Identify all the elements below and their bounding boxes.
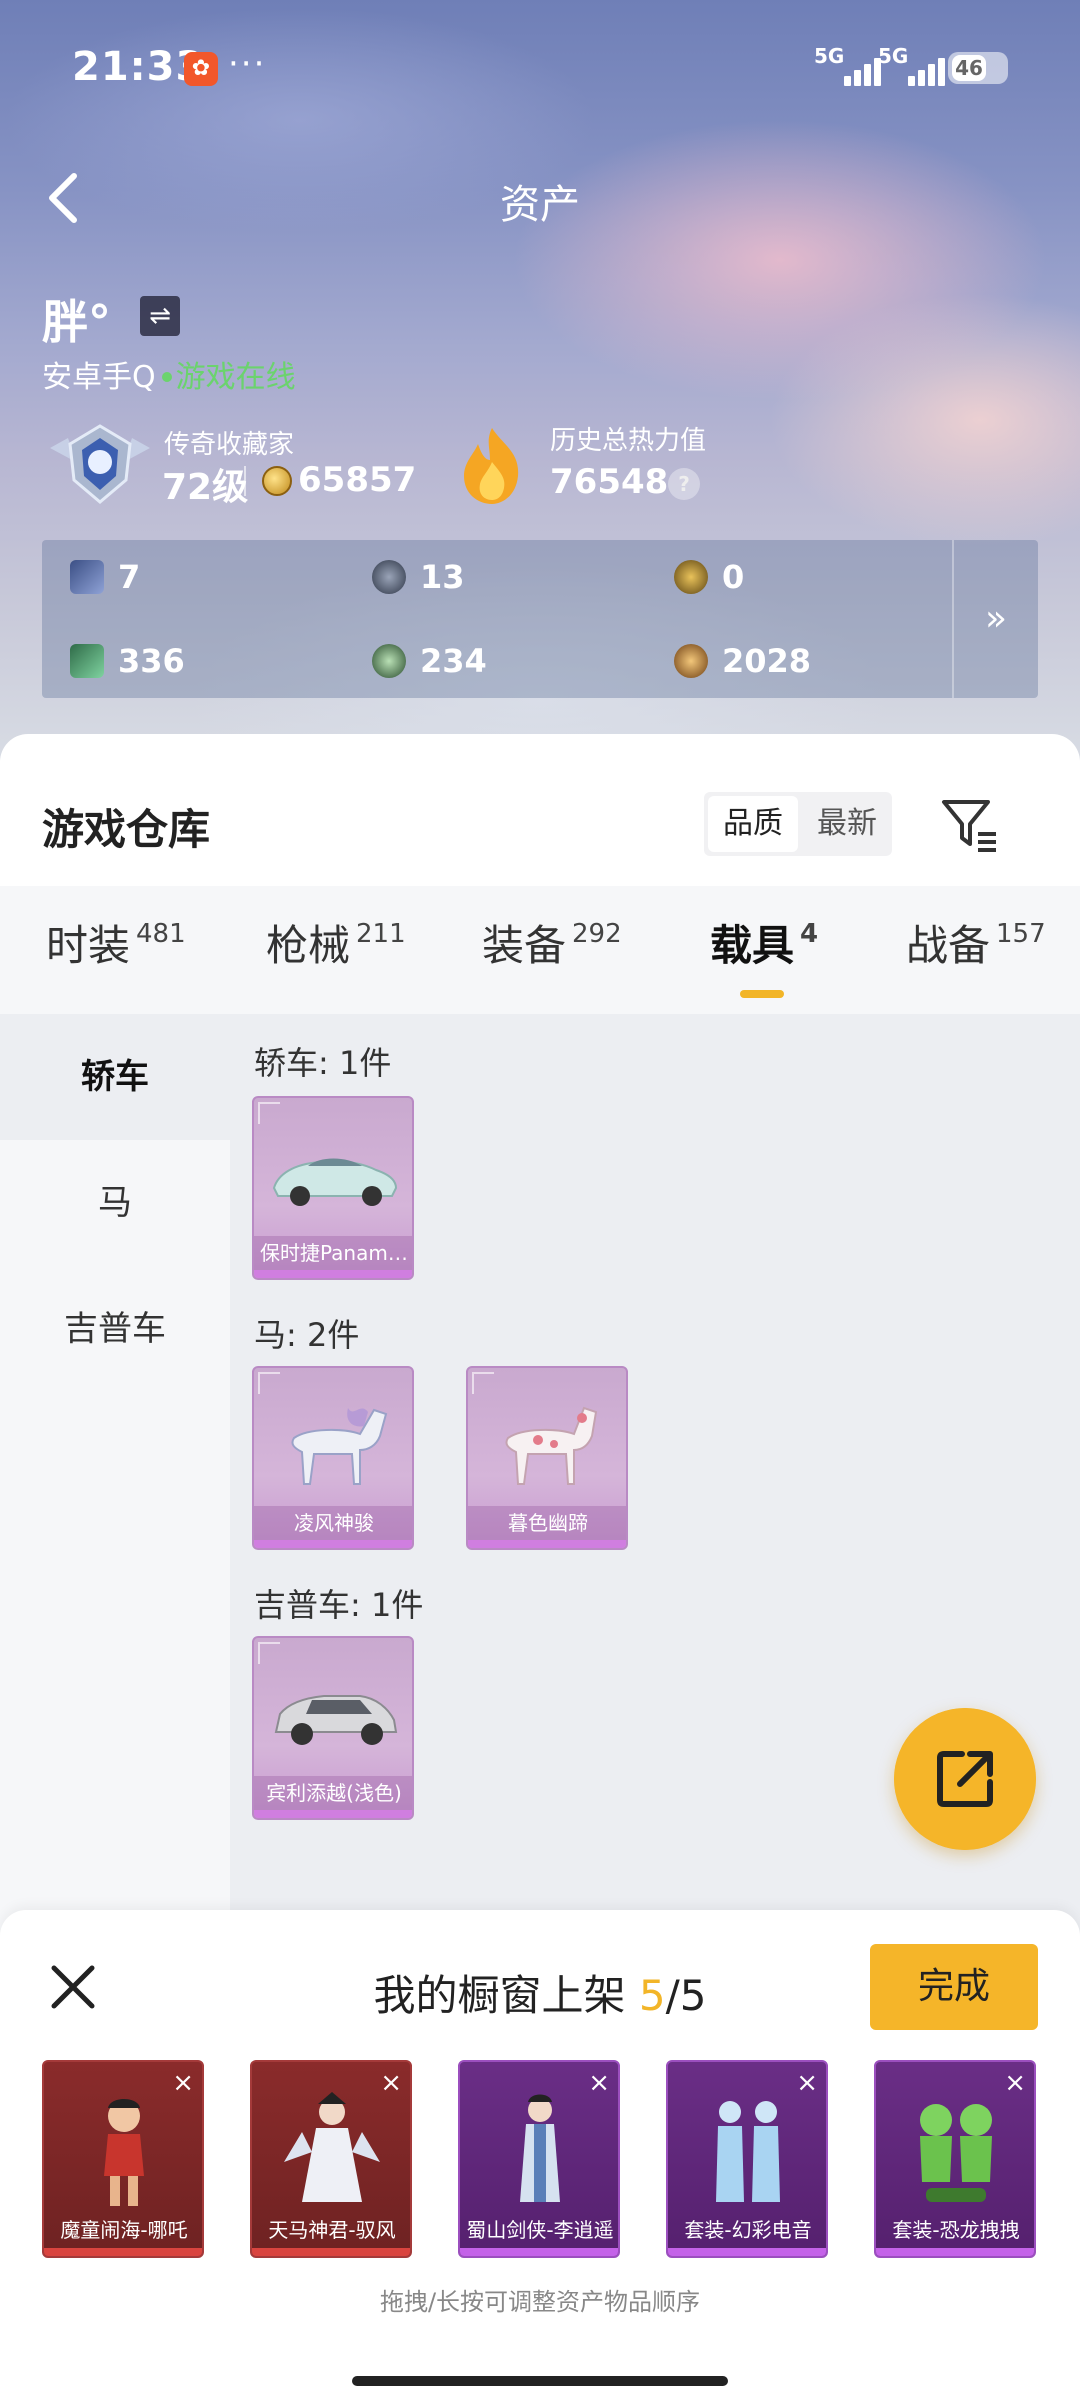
user-platform: 安卓手Q 游戏在线 (42, 352, 296, 396)
item-grid: 轿车: 1件 保时捷Panamera 马: 2件 凌风神骏 暮色幽蹄 吉普车: … (230, 1014, 1080, 2044)
profile-hero: 21:33 ✿ ··· 5G 5G 46 资产 胖° ⇌ 安卓手Q 游戏在线 传奇… (0, 0, 1080, 760)
signal-5g-2-icon: 5G (878, 44, 945, 86)
switch-account-icon[interactable]: ⇌ (140, 296, 180, 336)
gold-orb-icon (674, 644, 708, 678)
subcategory-jeep[interactable]: 吉普车 (0, 1266, 230, 1392)
horse-image (291, 1408, 388, 1485)
remove-item-icon[interactable]: × (1004, 2068, 1026, 2098)
showcase-item[interactable]: × 套装-幻彩电音 (666, 2060, 828, 2258)
remove-item-icon[interactable]: × (172, 2068, 194, 2098)
remove-item-icon[interactable]: × (588, 2068, 610, 2098)
remove-item-icon[interactable]: × (796, 2068, 818, 2098)
remove-item-icon[interactable]: × (380, 2068, 402, 2098)
online-dot-icon (161, 371, 172, 382)
sports-car-image (272, 1158, 398, 1206)
badge-icon (372, 560, 406, 594)
collector-points: 65857 (298, 460, 417, 500)
tab-combat-gear[interactable]: 战备 157 (906, 912, 1046, 973)
asset-stats-panel: 7 13 0 336 234 2028 » (42, 540, 1038, 698)
character-figure-image (104, 2099, 144, 2206)
item-card[interactable]: 保时捷Panamera (252, 1096, 414, 1280)
item-card[interactable]: 暮色幽蹄 (466, 1366, 628, 1550)
tab-fashion[interactable]: 时装 481 (46, 912, 186, 973)
character-figure-image (716, 2101, 780, 2202)
app-notification-icon: ✿ (184, 52, 218, 86)
horse-image (505, 1406, 598, 1485)
character-figure-image (284, 2092, 380, 2202)
item-card[interactable]: 凌风神骏 (252, 1366, 414, 1550)
rank-title: 传奇收藏家 (164, 430, 295, 460)
orb-icon (372, 644, 406, 678)
stat-item: 13 (372, 552, 465, 602)
showcase-item[interactable]: × 蜀山剑侠-李逍遥 (458, 2060, 620, 2258)
filter-icon[interactable] (940, 794, 1000, 854)
rank-level: 72级 (162, 467, 249, 508)
card-icon (70, 560, 104, 594)
subcategory-sedan[interactable]: 轿车 (0, 1014, 230, 1140)
green-card-icon (70, 644, 104, 678)
tab-equipment[interactable]: 装备 292 (482, 912, 622, 973)
done-button[interactable]: 完成 (870, 1944, 1038, 2030)
category-tabs: 时装 481 枪械 211 装备 292 载具 4 战备 157 (0, 886, 1080, 1014)
group-title-jeep: 吉普车: 1件 (254, 1586, 424, 1624)
subcategory-nav: 轿车 马 吉普车 (0, 1014, 230, 2044)
status-bar: 21:33 ✿ ··· 5G 5G 46 (0, 0, 1080, 140)
stat-item: 0 (674, 552, 744, 602)
page-title: 资产 (500, 182, 580, 228)
showcase-item[interactable]: × 魔童闹海-哪吒 (42, 2060, 204, 2258)
showcase-item[interactable]: × 套装-恐龙拽拽 (874, 2060, 1036, 2258)
sort-quality-button[interactable]: 品质 (708, 796, 798, 852)
battery-icon: 46 (948, 52, 1008, 84)
signal-5g-icon: 5G (814, 44, 881, 86)
heat-value: 76548 (550, 462, 669, 502)
item-card[interactable]: 宾利添越(浅色) (252, 1636, 414, 1820)
share-button[interactable] (894, 1708, 1036, 1850)
showcase-item[interactable]: × 天马神君-驭风 (250, 2060, 412, 2258)
stats-expand-button[interactable]: » (952, 540, 1038, 698)
heat-flame-icon (464, 428, 519, 504)
suv-image (274, 1695, 398, 1745)
help-icon[interactable]: ? (668, 468, 700, 500)
tab-vehicles[interactable]: 载具 4 (710, 912, 818, 973)
character-figure-image (520, 2094, 560, 2202)
subcategory-horse[interactable]: 马 (0, 1140, 230, 1266)
group-title-horse: 马: 2件 (254, 1316, 360, 1354)
showcase-panel: 我的橱窗上架 5/5 完成 × 魔童闹海-哪吒 × 天马神君-驭风 × 蜀山剑侠… (0, 1910, 1080, 2400)
home-indicator[interactable] (352, 2376, 728, 2386)
showcase-hint: 拖拽/长按可调整资产物品顺序 (379, 2288, 701, 2316)
collector-coin-icon (262, 466, 292, 496)
group-title-sedan: 轿车: 1件 (254, 1044, 392, 1082)
character-figure-image (920, 2104, 992, 2202)
stat-item: 234 (372, 636, 487, 686)
active-tab-indicator (740, 990, 784, 998)
stat-item: 336 (70, 636, 185, 686)
stat-item: 7 (70, 552, 140, 602)
medal-icon (674, 560, 708, 594)
heat-label: 历史总热力值 (550, 426, 707, 456)
user-name: 胖° (42, 295, 111, 349)
user-online-status: 游戏在线 (175, 360, 296, 395)
showcase-count: 5 (638, 1971, 666, 2020)
sort-newest-button[interactable]: 最新 (802, 792, 892, 856)
sort-toggle: 品质 最新 (704, 792, 892, 856)
more-notifications-icon: ··· (228, 44, 267, 84)
tab-guns[interactable]: 枪械 211 (266, 912, 406, 973)
user-device: 安卓手Q (42, 360, 156, 395)
rank-emblem-icon (50, 424, 150, 504)
stat-item: 2028 (674, 636, 811, 686)
rank-divider (244, 466, 246, 496)
warehouse-title: 游戏仓库 (42, 805, 211, 854)
